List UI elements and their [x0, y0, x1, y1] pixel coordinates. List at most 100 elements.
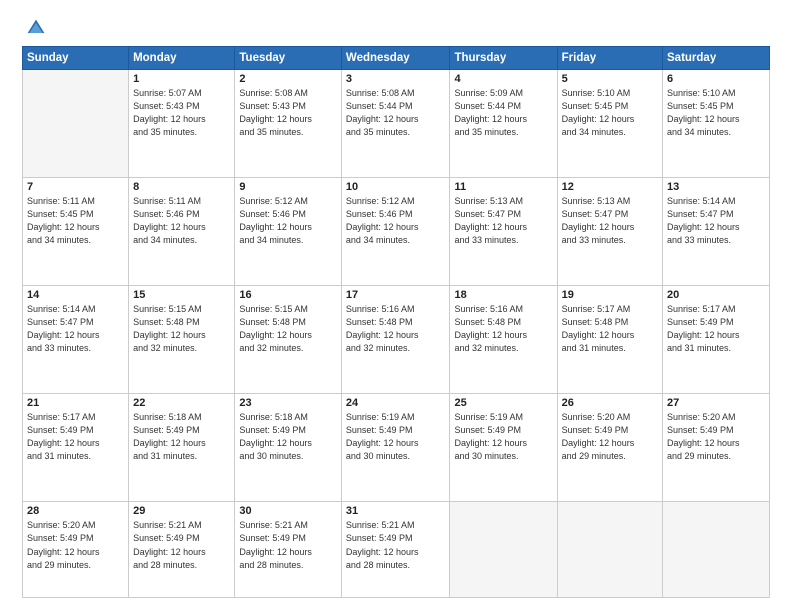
day-info: Sunrise: 5:16 AM Sunset: 5:48 PM Dayligh… [454, 303, 552, 355]
day-info: Sunrise: 5:12 AM Sunset: 5:46 PM Dayligh… [346, 195, 446, 247]
calendar-cell: 15Sunrise: 5:15 AM Sunset: 5:48 PM Dayli… [129, 286, 235, 394]
day-number: 14 [27, 289, 124, 301]
day-info: Sunrise: 5:11 AM Sunset: 5:45 PM Dayligh… [27, 195, 124, 247]
day-number: 5 [562, 73, 658, 85]
day-number: 4 [454, 73, 552, 85]
day-number: 22 [133, 397, 230, 409]
header [22, 18, 770, 38]
day-number: 8 [133, 181, 230, 193]
calendar-cell: 17 Sunrise: 5:16 AM Sunset: 5:48 PM Dayli… [341, 286, 450, 394]
calendar-cell: 30 Sunrise: 5:21 AM Sunset: 5:49 PM Dayli… [235, 502, 342, 598]
calendar-cell: 31Sunrise: 5:21 AM Sunset: 5:49 PM Dayli… [341, 502, 450, 598]
page: SundayMondayTuesdayWednesdayThursdayFrid… [0, 0, 792, 612]
day-info: Sunrise: 5:14 AM Sunset: 5:47 PM Dayligh… [667, 195, 765, 247]
day-info: Sunrise: 5:10 AM Sunset: 5:45 PM Dayligh… [667, 87, 765, 139]
day-info: Sunrise: 5:14 AM Sunset: 5:47 PM Dayligh… [27, 303, 124, 355]
calendar-cell: 11 Sunrise: 5:13 AM Sunset: 5:47 PM Dayli… [450, 178, 557, 286]
calendar-cell: 1 Sunrise: 5:07 AM Sunset: 5:43 PM Daylig… [129, 70, 235, 178]
calendar-cell: 23 Sunrise: 5:18 AM Sunset: 5:49 PM Dayli… [235, 394, 342, 502]
day-info: Sunrise: 5:17 AM Sunset: 5:49 PM Dayligh… [667, 303, 765, 355]
day-number: 13 [667, 181, 765, 193]
calendar-cell: 18Sunrise: 5:16 AM Sunset: 5:48 PM Dayli… [450, 286, 557, 394]
day-info: Sunrise: 5:21 AM Sunset: 5:49 PM Dayligh… [239, 519, 337, 571]
day-info: Sunrise: 5:08 AM Sunset: 5:44 PM Dayligh… [346, 87, 446, 139]
calendar-cell: 26Sunrise: 5:20 AM Sunset: 5:49 PM Dayli… [557, 394, 662, 502]
day-number: 20 [667, 289, 765, 301]
col-header-friday: Friday [557, 47, 662, 70]
calendar-cell: 13 Sunrise: 5:14 AM Sunset: 5:47 PM Dayli… [663, 178, 770, 286]
calendar-cell: 3 Sunrise: 5:08 AM Sunset: 5:44 PM Daylig… [341, 70, 450, 178]
calendar-cell: 5 Sunrise: 5:10 AM Sunset: 5:45 PM Daylig… [557, 70, 662, 178]
week-row-3: 14 Sunrise: 5:14 AM Sunset: 5:47 PM Dayli… [23, 286, 770, 394]
col-header-saturday: Saturday [663, 47, 770, 70]
day-number: 1 [133, 73, 230, 85]
calendar-cell: 6 Sunrise: 5:10 AM Sunset: 5:45 PM Daylig… [663, 70, 770, 178]
day-number: 30 [239, 505, 337, 517]
day-number: 2 [239, 73, 337, 85]
day-info: Sunrise: 5:10 AM Sunset: 5:45 PM Dayligh… [562, 87, 658, 139]
week-row-2: 7 Sunrise: 5:11 AM Sunset: 5:45 PM Daylig… [23, 178, 770, 286]
day-info: Sunrise: 5:15 AM Sunset: 5:48 PM Dayligh… [239, 303, 337, 355]
day-info: Sunrise: 5:21 AM Sunset: 5:49 PM Dayligh… [133, 519, 230, 571]
calendar-cell: 8 Sunrise: 5:11 AM Sunset: 5:46 PM Daylig… [129, 178, 235, 286]
day-number: 26 [562, 397, 658, 409]
calendar-cell: 21 Sunrise: 5:17 AM Sunset: 5:49 PM Dayli… [23, 394, 129, 502]
day-info: Sunrise: 5:21 AM Sunset: 5:49 PM Dayligh… [346, 519, 446, 571]
day-info: Sunrise: 5:20 AM Sunset: 5:49 PM Dayligh… [27, 519, 124, 571]
day-number: 15 [133, 289, 230, 301]
day-number: 6 [667, 73, 765, 85]
day-number: 29 [133, 505, 230, 517]
day-number: 25 [454, 397, 552, 409]
col-header-tuesday: Tuesday [235, 47, 342, 70]
logo-icon [26, 18, 46, 38]
day-number: 19 [562, 289, 658, 301]
day-number: 7 [27, 181, 124, 193]
day-info: Sunrise: 5:11 AM Sunset: 5:46 PM Dayligh… [133, 195, 230, 247]
week-row-1: 1 Sunrise: 5:07 AM Sunset: 5:43 PM Daylig… [23, 70, 770, 178]
calendar-cell [663, 502, 770, 598]
day-number: 21 [27, 397, 124, 409]
calendar-cell: 9 Sunrise: 5:12 AM Sunset: 5:46 PM Daylig… [235, 178, 342, 286]
day-info: Sunrise: 5:17 AM Sunset: 5:49 PM Dayligh… [27, 411, 124, 463]
day-number: 23 [239, 397, 337, 409]
week-row-5: 28 Sunrise: 5:20 AM Sunset: 5:49 PM Dayli… [23, 502, 770, 598]
calendar-cell: 22 Sunrise: 5:18 AM Sunset: 5:49 PM Dayli… [129, 394, 235, 502]
calendar-cell: 19Sunrise: 5:17 AM Sunset: 5:48 PM Dayli… [557, 286, 662, 394]
calendar-cell: 7 Sunrise: 5:11 AM Sunset: 5:45 PM Daylig… [23, 178, 129, 286]
day-number: 17 [346, 289, 446, 301]
day-info: Sunrise: 5:12 AM Sunset: 5:46 PM Dayligh… [239, 195, 337, 247]
col-header-sunday: Sunday [23, 47, 129, 70]
calendar-cell: 12 Sunrise: 5:13 AM Sunset: 5:47 PM Dayli… [557, 178, 662, 286]
week-row-4: 21 Sunrise: 5:17 AM Sunset: 5:49 PM Dayli… [23, 394, 770, 502]
day-number: 27 [667, 397, 765, 409]
day-number: 24 [346, 397, 446, 409]
col-header-monday: Monday [129, 47, 235, 70]
day-number: 16 [239, 289, 337, 301]
day-number: 10 [346, 181, 446, 193]
day-info: Sunrise: 5:13 AM Sunset: 5:47 PM Dayligh… [454, 195, 552, 247]
day-info: Sunrise: 5:07 AM Sunset: 5:43 PM Dayligh… [133, 87, 230, 139]
day-number: 11 [454, 181, 552, 193]
day-number: 28 [27, 505, 124, 517]
day-info: Sunrise: 5:19 AM Sunset: 5:49 PM Dayligh… [454, 411, 552, 463]
calendar-cell [450, 502, 557, 598]
calendar-cell: 4Sunrise: 5:09 AM Sunset: 5:44 PM Daylig… [450, 70, 557, 178]
calendar-cell: 14 Sunrise: 5:14 AM Sunset: 5:47 PM Dayli… [23, 286, 129, 394]
calendar-cell: 10 Sunrise: 5:12 AM Sunset: 5:46 PM Dayli… [341, 178, 450, 286]
day-info: Sunrise: 5:16 AM Sunset: 5:48 PM Dayligh… [346, 303, 446, 355]
day-number: 3 [346, 73, 446, 85]
calendar-cell: 24 Sunrise: 5:19 AM Sunset: 5:49 PM Dayli… [341, 394, 450, 502]
day-number: 12 [562, 181, 658, 193]
day-info: Sunrise: 5:13 AM Sunset: 5:47 PM Dayligh… [562, 195, 658, 247]
calendar-cell [23, 70, 129, 178]
day-info: Sunrise: 5:19 AM Sunset: 5:49 PM Dayligh… [346, 411, 446, 463]
calendar-cell: 29 Sunrise: 5:21 AM Sunset: 5:49 PM Dayli… [129, 502, 235, 598]
logo [22, 18, 46, 38]
day-number: 9 [239, 181, 337, 193]
day-info: Sunrise: 5:18 AM Sunset: 5:49 PM Dayligh… [239, 411, 337, 463]
day-info: Sunrise: 5:18 AM Sunset: 5:49 PM Dayligh… [133, 411, 230, 463]
calendar-cell: 28 Sunrise: 5:20 AM Sunset: 5:49 PM Dayli… [23, 502, 129, 598]
calendar-cell: 16 Sunrise: 5:15 AM Sunset: 5:48 PM Dayli… [235, 286, 342, 394]
header-row: SundayMondayTuesdayWednesdayThursdayFrid… [23, 47, 770, 70]
calendar-cell: 25 Sunrise: 5:19 AM Sunset: 5:49 PM Dayli… [450, 394, 557, 502]
